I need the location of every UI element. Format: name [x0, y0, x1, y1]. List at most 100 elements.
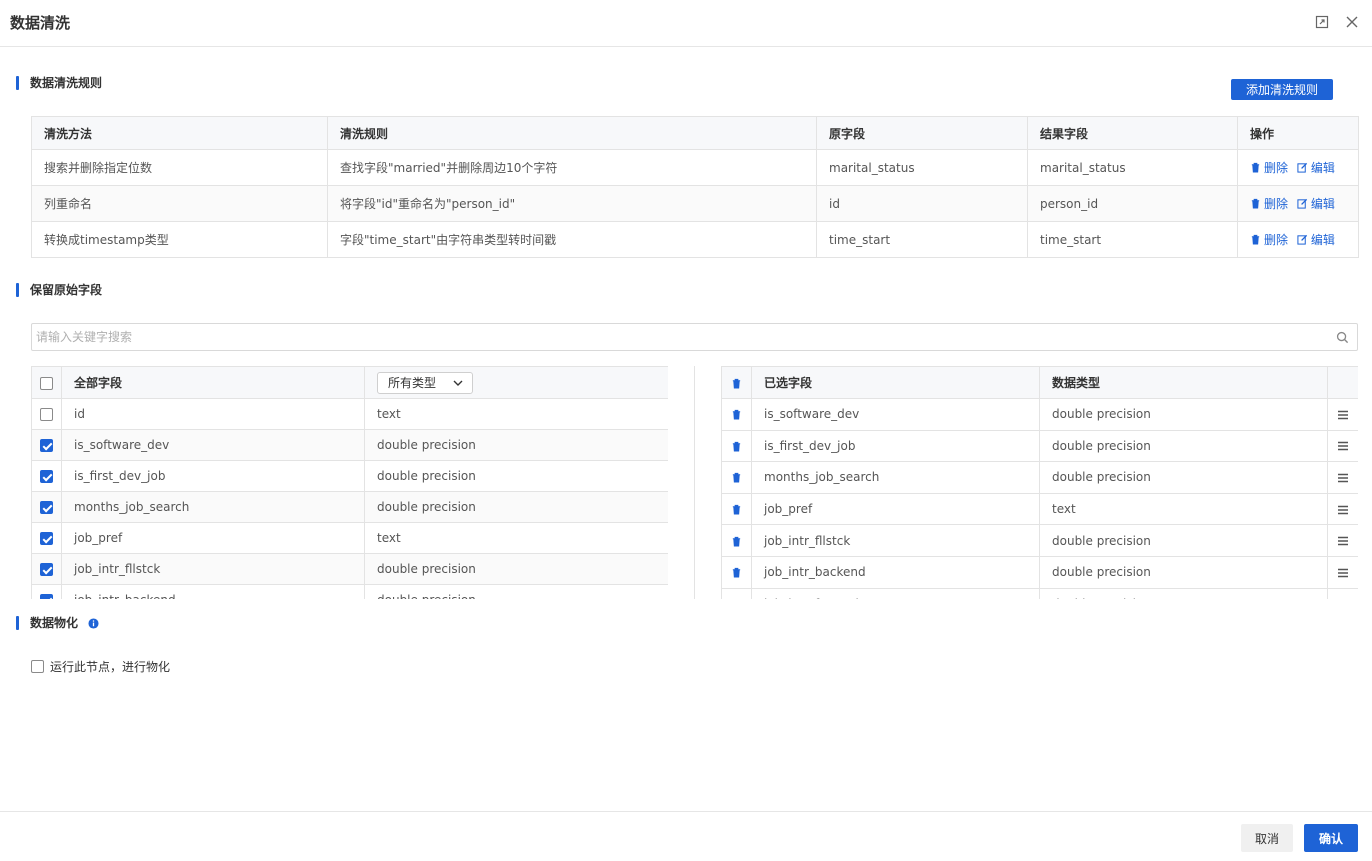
selected-field-name: is_first_dev_job	[751, 429, 1040, 463]
field-checkbox[interactable]	[40, 532, 53, 545]
table-row[interactable]: is_first_dev_job double precision	[31, 460, 668, 492]
rules-table-header: 清洗方法 清洗规则 原字段 结果字段 操作	[31, 116, 1359, 150]
field-checkbox[interactable]	[40, 501, 53, 514]
selected-field-name: job_intr_frntend	[751, 587, 1040, 599]
all-fields-title: 全部字段	[61, 366, 365, 399]
rules-table: 清洗方法 清洗规则 原字段 结果字段 操作 搜索并删除指定位数 查找字段"mar…	[31, 116, 1359, 258]
table-row: job_pref text	[721, 492, 1358, 526]
field-search-box	[31, 323, 1358, 351]
table-row: is_software_dev double precision	[721, 398, 1358, 431]
materialize-option[interactable]: 运行此节点，进行物化	[31, 658, 170, 675]
trash-icon[interactable]	[731, 441, 742, 452]
materialize-section-title: 数据物化	[16, 615, 99, 631]
materialize-label: 运行此节点，进行物化	[50, 660, 171, 674]
section-bar	[16, 283, 19, 297]
table-row[interactable]: job_pref text	[31, 522, 668, 554]
edit-rule-button[interactable]: 编辑	[1297, 159, 1335, 176]
rules-section-title: 数据清洗规则	[16, 75, 102, 91]
field-checkbox[interactable]	[40, 470, 53, 483]
edit-rule-button[interactable]: 编辑	[1297, 195, 1335, 212]
remove-field-cell	[721, 587, 752, 599]
table-row[interactable]: id text	[31, 398, 668, 430]
all-fields-table: 全部字段 所有类型 id text is_software_dev double pr…	[31, 366, 668, 599]
selected-field-type: double precision	[1039, 524, 1328, 557]
selected-field-name: job_intr_backend	[751, 555, 1040, 589]
type-filter-select[interactable]: 所有类型	[377, 371, 473, 394]
remove-field-cell	[721, 461, 752, 494]
table-row[interactable]: job_intr_fllstck double precision	[31, 553, 668, 585]
table-row: job_intr_fllstck double precision	[721, 524, 1358, 557]
drag-handle-icon[interactable]	[1337, 473, 1349, 483]
drag-handle-icon[interactable]	[1337, 441, 1349, 451]
materialize-checkbox[interactable]	[31, 660, 44, 673]
row-checkbox-cell	[31, 460, 62, 492]
info-icon[interactable]	[88, 618, 99, 629]
remove-field-cell	[721, 429, 752, 463]
trash-icon[interactable]	[731, 567, 742, 578]
cancel-button[interactable]: 取消	[1241, 824, 1293, 852]
dialog-footer: 取消 确认	[0, 811, 1372, 861]
edit-icon	[1297, 198, 1307, 209]
section-bar	[16, 616, 19, 630]
chevron-down-icon	[453, 380, 463, 386]
remove-field-cell	[721, 555, 752, 589]
table-row[interactable]: job_intr_backenddouble precision	[31, 584, 668, 599]
table-row: 搜索并删除指定位数 查找字段"married"并删除周边10个字符 marita…	[31, 149, 1359, 186]
rule-text: 字段"time_start"由字符串类型转时间戳	[327, 221, 817, 258]
dialog-header: 数据清洗	[0, 0, 1372, 47]
add-rule-button[interactable]: 添加清洗规则	[1231, 79, 1333, 100]
drag-handle-icon[interactable]	[1337, 410, 1349, 420]
trash-icon[interactable]	[731, 536, 742, 547]
select-all-checkbox[interactable]	[40, 376, 53, 390]
selected-field-type: double precision	[1039, 398, 1328, 431]
rule-actions: 删除 编辑	[1237, 149, 1359, 186]
confirm-button[interactable]: 确认	[1304, 824, 1358, 852]
drag-handle-icon[interactable]	[1337, 536, 1349, 546]
rule-result: time_start	[1027, 221, 1238, 258]
delete-rule-button[interactable]: 删除	[1250, 159, 1288, 176]
panel-divider	[694, 366, 695, 599]
selected-fields-table: 已选字段 数据类型 is_software_dev double precisio…	[721, 366, 1358, 599]
maximize-icon[interactable]	[1314, 14, 1330, 30]
drag-handle-cell	[1327, 492, 1358, 526]
col-header-actions: 操作	[1237, 116, 1359, 150]
search-input[interactable]	[32, 324, 1322, 350]
field-type: text	[364, 398, 668, 430]
row-checkbox-cell	[31, 584, 62, 599]
trash-icon[interactable]	[731, 472, 742, 484]
trash-icon[interactable]	[731, 378, 742, 389]
field-checkbox[interactable]	[40, 439, 53, 452]
table-row: 转换成timestamp类型 字段"time_start"由字符串类型转时间戳 …	[31, 221, 1359, 258]
drag-handle-cell	[1327, 429, 1358, 463]
trash-icon[interactable]	[731, 409, 742, 420]
delete-rule-button[interactable]: 删除	[1250, 195, 1288, 212]
col-header-method: 清洗方法	[31, 116, 328, 150]
trash-icon[interactable]	[731, 504, 742, 515]
drag-handle-icon[interactable]	[1337, 505, 1349, 515]
remove-field-cell	[721, 492, 752, 526]
delete-rule-button[interactable]: 删除	[1250, 231, 1288, 248]
field-checkbox[interactable]	[40, 563, 53, 576]
field-type: double precision	[364, 553, 668, 585]
row-checkbox-cell	[31, 429, 62, 461]
row-checkbox-cell	[31, 491, 62, 523]
edit-rule-button[interactable]: 编辑	[1297, 231, 1335, 248]
rule-actions: 删除 编辑	[1237, 221, 1359, 258]
field-checkbox[interactable]	[40, 594, 53, 599]
select-all-cell	[31, 366, 62, 399]
selected-field-name: job_intr_fllstck	[751, 524, 1040, 557]
field-name: months_job_search	[61, 491, 365, 523]
col-header-result: 结果字段	[1027, 116, 1238, 150]
field-name: job_pref	[61, 522, 365, 554]
table-row[interactable]: months_job_search double precision	[31, 491, 668, 523]
close-icon[interactable]	[1344, 14, 1360, 30]
table-row[interactable]: is_software_dev double precision	[31, 429, 668, 461]
selected-field-name: job_pref	[751, 492, 1040, 526]
row-checkbox-cell	[31, 398, 62, 430]
rule-method: 转换成timestamp类型	[31, 221, 328, 258]
search-icon[interactable]	[1336, 331, 1349, 344]
drag-handle-icon[interactable]	[1337, 568, 1349, 578]
trash-icon	[1251, 198, 1260, 209]
field-checkbox[interactable]	[40, 408, 53, 421]
table-row: job_intr_frntenddouble precision	[721, 587, 1358, 599]
